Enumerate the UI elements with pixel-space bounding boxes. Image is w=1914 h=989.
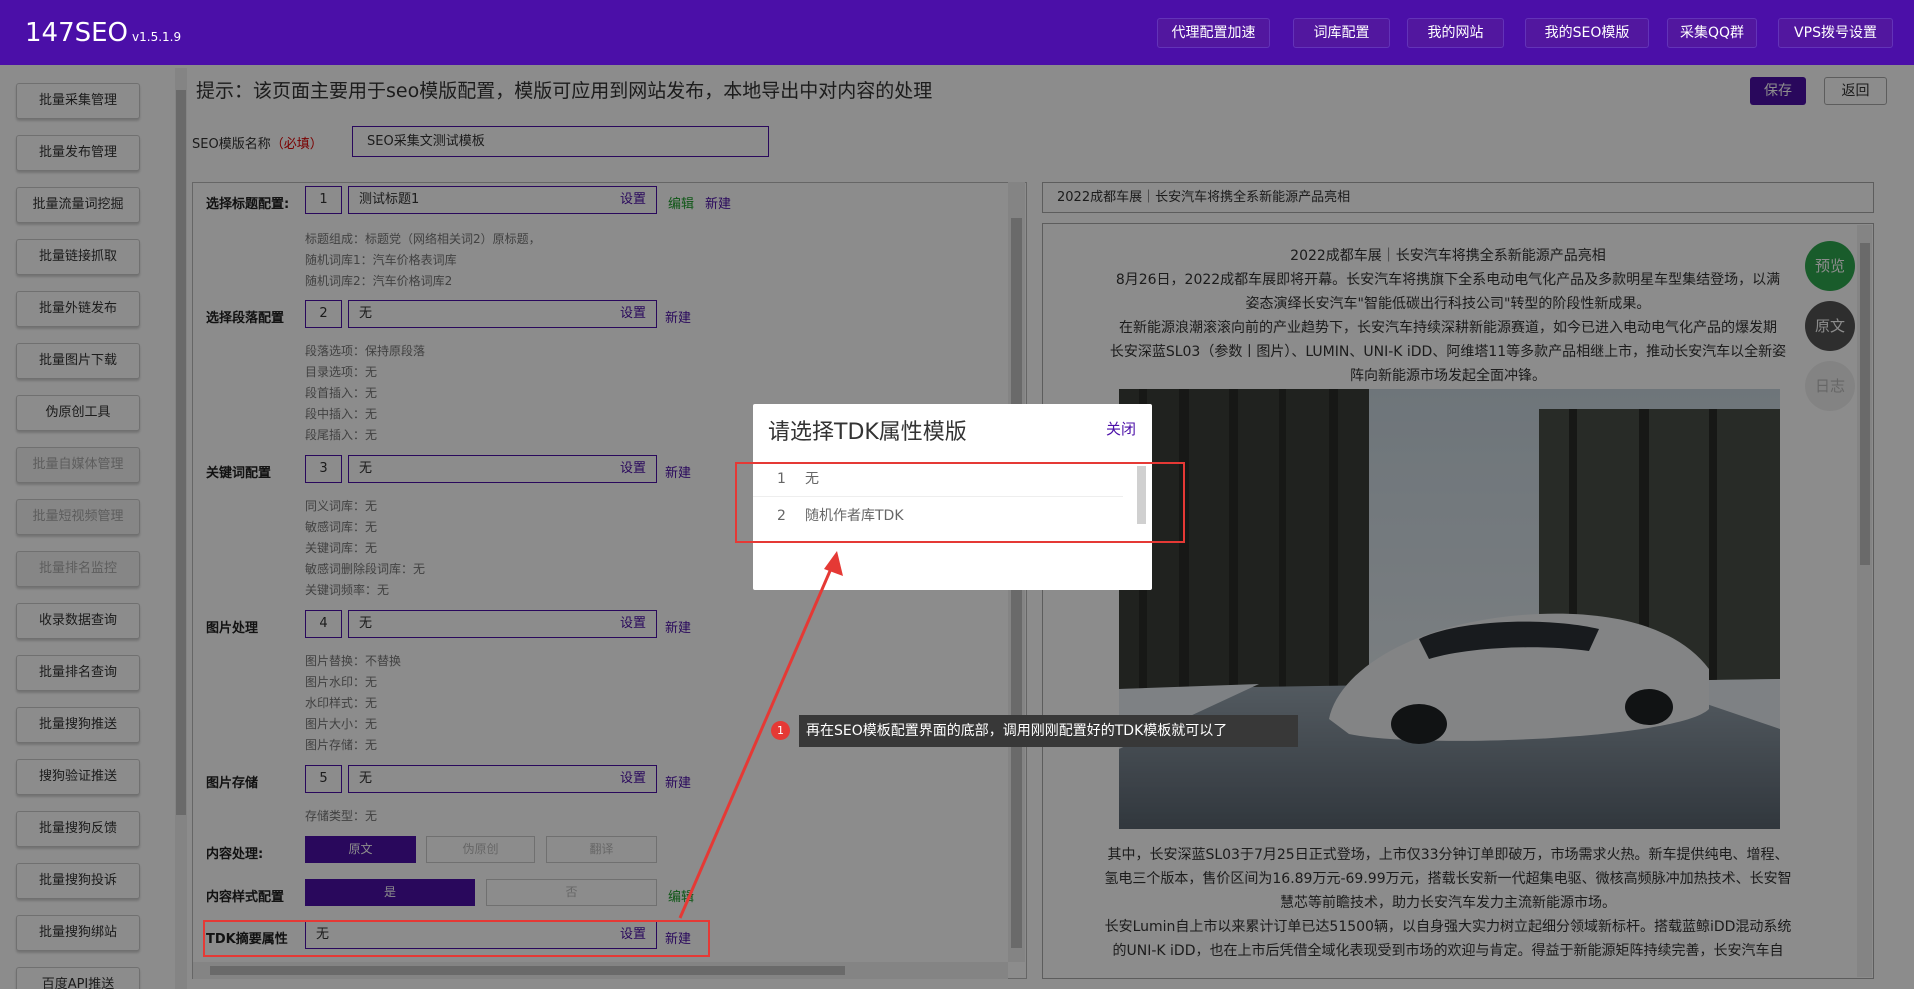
annotation-arrow	[678, 551, 843, 919]
tooltip-step-badge: 1	[771, 721, 790, 740]
page: 147SEO v1.5.1.9 代理配置加速 词库配置 我的网站 我的SEO模版 …	[0, 0, 1914, 989]
annotation-tooltip: 再在SEO模板配置界面的底部，调用刚刚配置好的TDK模板就可以了	[799, 715, 1298, 747]
